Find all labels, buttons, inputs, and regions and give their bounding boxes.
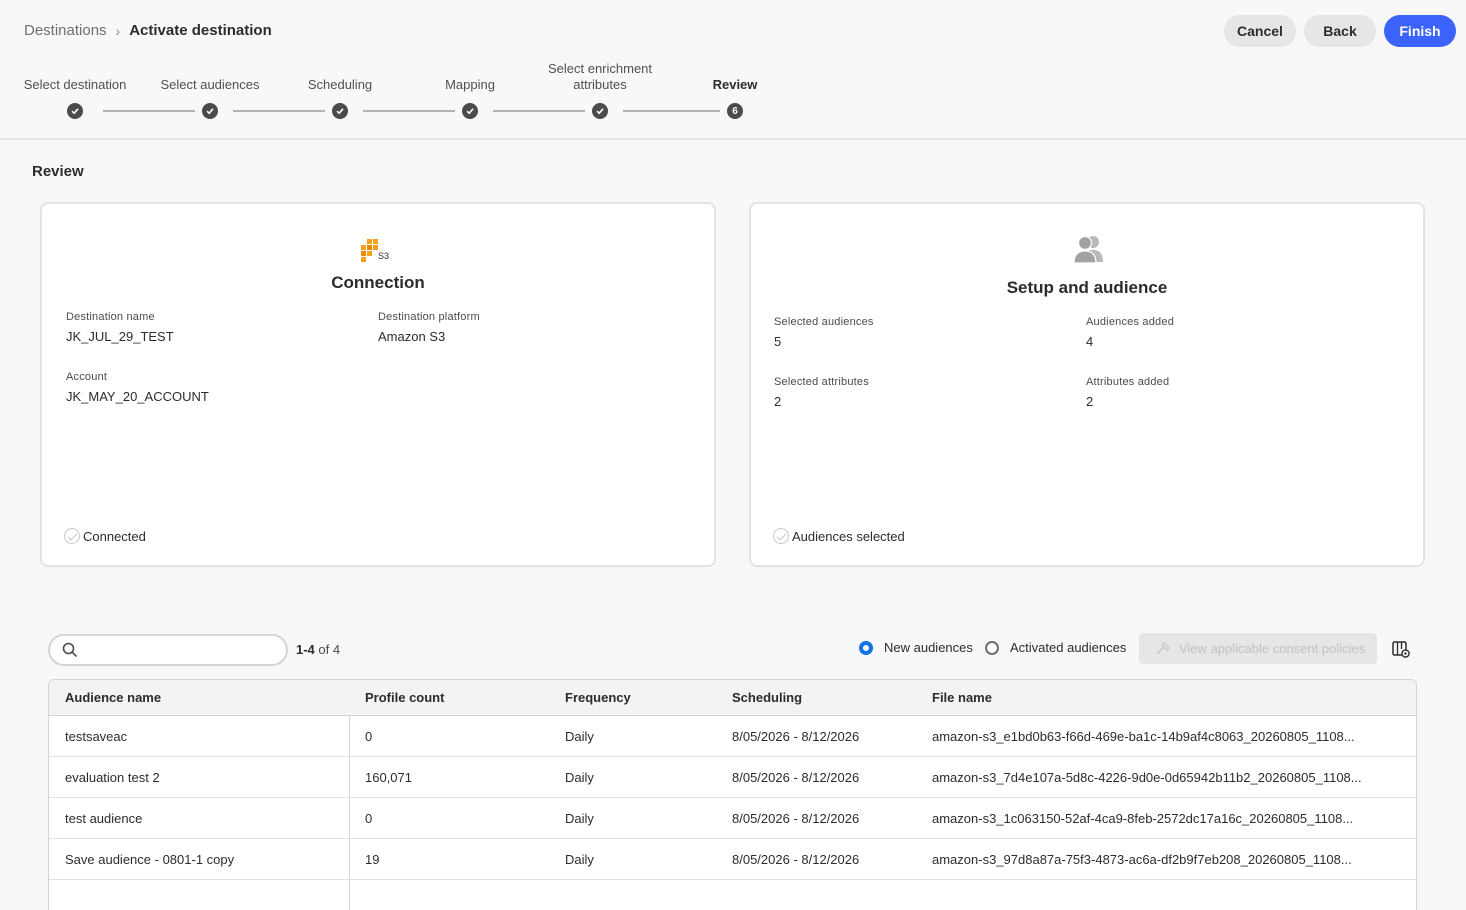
header-audience-name[interactable]: Audience name	[65, 690, 161, 705]
search-input[interactable]	[86, 640, 276, 660]
step-label: Review	[712, 77, 758, 92]
selected-audiences-label: Selected audiences	[774, 316, 874, 328]
attributes-added-label: Attributes added	[1086, 376, 1170, 388]
selected-audiences-value: 5	[774, 334, 782, 349]
status-text: Audiences selected	[792, 528, 905, 544]
step-label: Scheduling	[307, 77, 373, 92]
cell-audience-name: Save audience - 0801-1 copy	[65, 852, 235, 867]
cancel-button[interactable]: Cancel	[1224, 15, 1296, 47]
result-count: 1-4 of 4	[296, 642, 340, 657]
account-value: JK_MAY_20_ACCOUNT	[66, 389, 209, 404]
status-text: Connected	[83, 528, 146, 544]
view-consent-policies-button[interactable]: View applicable consent policies	[1139, 633, 1377, 664]
section-title: Review	[32, 163, 84, 180]
audiences-added-label: Audiences added	[1086, 316, 1175, 328]
cell-frequency: Daily	[565, 770, 594, 785]
finish-button[interactable]: Finish	[1384, 15, 1456, 47]
audiences-selected-status: Audiences selected	[773, 528, 905, 544]
table-row[interactable]: Save audience - 0801-1 copy 19 Daily 8/0…	[49, 839, 1416, 880]
cell-scheduling: 8/05/2026 - 8/12/2026	[732, 770, 860, 785]
destination-name-value: JK_JUL_29_TEST	[66, 329, 174, 344]
breadcrumb: Destinations › Activate destination	[24, 22, 272, 39]
cell-profile-count: 0	[365, 811, 373, 826]
cell-file-name: amazon-s3_1c063150-52af-4ca9-8feb-2572dc…	[932, 811, 1354, 826]
cell-file-name: amazon-s3_97d8a87a-75f3-4873-ac6a-df2b9f…	[932, 852, 1352, 867]
setup-audience-card: Setup and audience Selected audiences 5 …	[749, 202, 1425, 567]
radio-label: New audiences	[884, 640, 973, 655]
cell-profile-count: 19	[365, 852, 380, 867]
column-settings-icon[interactable]	[1391, 639, 1411, 659]
radio-label: Activated audiences	[1010, 640, 1127, 655]
count-range: 1-4	[296, 642, 315, 657]
step-label: Select enrichment attributes	[547, 61, 653, 92]
radio-activated-audiences[interactable]: Activated audiences	[985, 640, 1126, 655]
cell-profile-count: 0	[365, 729, 373, 744]
setup-audience-title: Setup and audience	[1006, 278, 1168, 297]
cell-file-name: amazon-s3_7d4e107a-5d8c-4226-9d0e-0d6594…	[932, 770, 1362, 785]
step-label: Select destination	[23, 77, 127, 92]
breadcrumb-destinations-link[interactable]: Destinations	[24, 22, 107, 39]
step-connector	[623, 110, 720, 112]
selected-attributes-label: Selected attributes	[774, 376, 869, 388]
destination-platform-label: Destination platform	[378, 311, 480, 323]
cell-frequency: Daily	[565, 852, 594, 867]
cell-file-name: amazon-s3_e1bd0b63-f66d-469e-ba1c-14b9af…	[932, 729, 1355, 744]
cell-scheduling: 8/05/2026 - 8/12/2026	[732, 729, 860, 744]
cell-audience-name: test audience	[65, 811, 143, 826]
selected-attributes-value: 2	[774, 394, 782, 409]
header-scheduling[interactable]: Scheduling	[732, 690, 802, 705]
header: Destinations › Activate destination Canc…	[0, 0, 1466, 140]
cell-scheduling: 8/05/2026 - 8/12/2026	[732, 852, 860, 867]
step-connector	[363, 110, 455, 112]
step-number-badge: 6	[727, 103, 743, 119]
connected-status: Connected	[64, 528, 146, 544]
connection-card: S3 Connection Destination name JK_JUL_29…	[40, 202, 716, 567]
radio-new-audiences[interactable]: New audiences	[859, 640, 973, 655]
table-row[interactable]: evaluation test 2 160,071 Daily 8/05/202…	[49, 757, 1416, 798]
audiences-added-value: 4	[1086, 334, 1094, 349]
check-circle-icon	[64, 528, 80, 544]
consent-button-label: View applicable consent policies	[1179, 641, 1366, 656]
table-row[interactable]: testsaveac 0 Daily 8/05/2026 - 8/12/2026…	[49, 716, 1416, 757]
count-total: of 4	[314, 642, 341, 657]
search-field[interactable]	[48, 634, 288, 666]
checkmark-icon	[332, 103, 348, 119]
account-label: Account	[66, 371, 108, 383]
table-row[interactable]: test audience 0 Daily 8/05/2026 - 8/12/2…	[49, 798, 1416, 839]
chevron-right-icon: ›	[115, 22, 121, 39]
radio-selected-icon	[859, 640, 873, 655]
cell-frequency: Daily	[565, 729, 594, 744]
back-button[interactable]: Back	[1304, 15, 1376, 47]
step-label: Select audiences	[160, 77, 260, 92]
header-frequency[interactable]: Frequency	[565, 690, 631, 705]
header-profile-count[interactable]: Profile count	[365, 690, 444, 705]
step-connector	[493, 110, 585, 112]
destination-name-label: Destination name	[66, 311, 155, 323]
connection-title: Connection	[331, 273, 425, 292]
radio-unselected-icon	[985, 640, 999, 655]
checkmark-icon	[202, 103, 218, 119]
cell-frequency: Daily	[565, 811, 594, 826]
users-icon	[1071, 232, 1107, 264]
attributes-added-value: 2	[1086, 394, 1094, 409]
checkmark-icon	[462, 103, 478, 119]
cell-audience-name: testsaveac	[65, 729, 128, 744]
search-icon	[62, 642, 78, 658]
checkmark-icon	[592, 103, 608, 119]
cell-profile-count: 160,071	[365, 770, 412, 785]
cell-scheduling: 8/05/2026 - 8/12/2026	[732, 811, 860, 826]
table-header: Audience name Profile count Frequency Sc…	[49, 680, 1416, 716]
step-connector	[233, 110, 325, 112]
destination-platform-value: Amazon S3	[378, 329, 446, 344]
step-label: Mapping	[445, 77, 495, 92]
step-connector	[103, 110, 195, 112]
cell-audience-name: evaluation test 2	[65, 770, 160, 785]
page-title: Activate destination	[129, 22, 272, 39]
s3-logo-text: S3	[378, 251, 390, 261]
header-file-name[interactable]: File name	[932, 690, 992, 705]
gavel-icon	[1156, 641, 1170, 655]
checkmark-icon	[67, 103, 83, 119]
audiences-table: Audience name Profile count Frequency Sc…	[48, 679, 1417, 910]
check-circle-icon	[773, 528, 789, 544]
